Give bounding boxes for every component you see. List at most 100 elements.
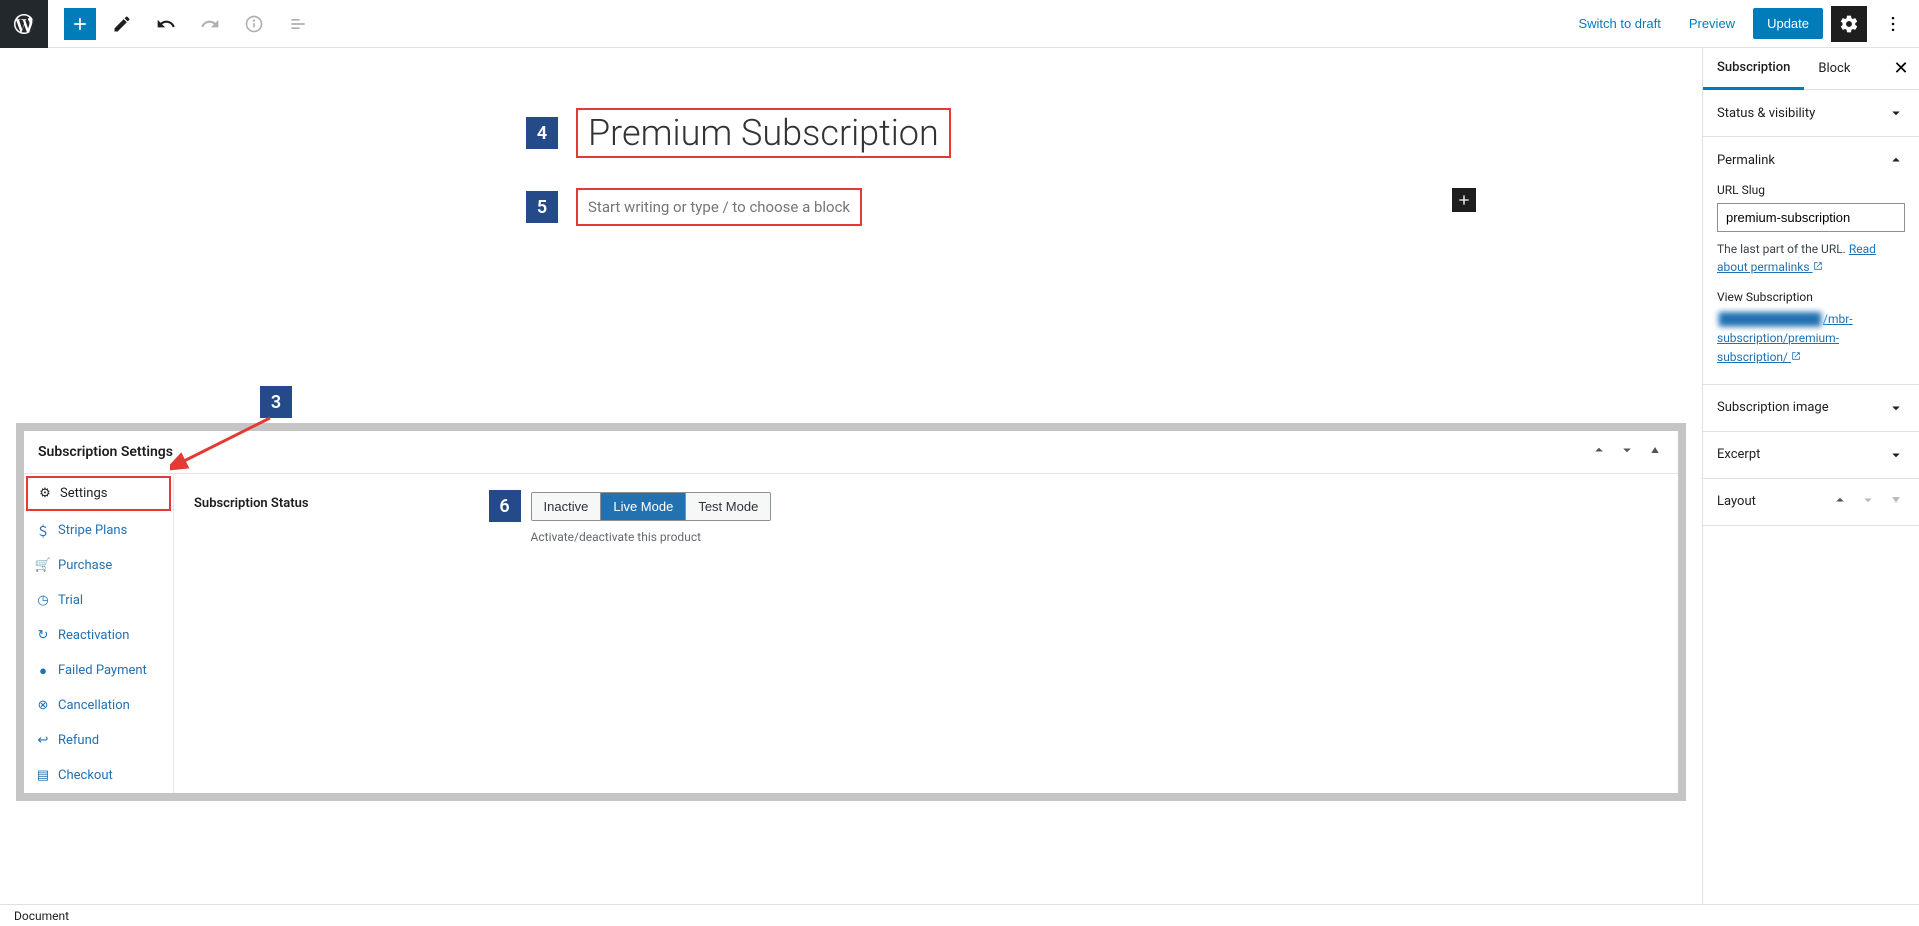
annotation-badge-5: 5	[526, 191, 558, 223]
plus-icon	[70, 14, 90, 34]
tab-label: Refund	[58, 733, 99, 748]
settings-tab-stripe-plans[interactable]: ＄ Stripe Plans	[24, 513, 173, 548]
settings-tab-settings[interactable]: ⚙ Settings	[26, 476, 171, 511]
gear-icon	[1839, 14, 1859, 34]
settings-tab-failed-payment[interactable]: ● Failed Payment	[24, 653, 173, 688]
section-label: Layout	[1717, 494, 1756, 509]
switch-draft-button[interactable]: Switch to draft	[1568, 10, 1670, 37]
add-block-inline-button[interactable]	[1452, 188, 1476, 212]
settings-tabs-list: ⚙ Settings ＄ Stripe Plans 🛒 Purchase	[24, 474, 174, 793]
close-sidebar-button[interactable]: ✕	[1891, 58, 1911, 78]
more-options-button[interactable]	[1875, 6, 1911, 42]
tab-label: Failed Payment	[58, 663, 147, 678]
toolbar-right: Switch to draft Preview Update	[1568, 6, 1911, 42]
plus-icon	[1456, 192, 1472, 208]
wordpress-icon	[12, 12, 36, 36]
settings-tab-purchase[interactable]: 🛒 Purchase	[24, 548, 173, 583]
return-icon: ↩	[36, 734, 50, 748]
tab-label: Purchase	[58, 558, 112, 573]
gear-icon: ⚙	[38, 487, 52, 501]
sync-icon: ↻	[36, 629, 50, 643]
settings-sidebar: Subscription Block ✕ Status & visibility…	[1702, 48, 1919, 904]
top-toolbar: Switch to draft Preview Update	[0, 0, 1919, 48]
tab-label: Checkout	[58, 768, 113, 783]
chevron-up-icon[interactable]	[1590, 441, 1608, 463]
title-highlight-box: Premium Subscription	[576, 108, 951, 158]
section-label: Excerpt	[1717, 447, 1760, 462]
settings-panel-title: Subscription Settings	[38, 444, 173, 460]
edit-mode-button[interactable]	[104, 6, 140, 42]
chevron-down-icon	[1887, 399, 1905, 417]
cancel-icon: ⊗	[36, 699, 50, 713]
section-subscription-image[interactable]: Subscription image	[1703, 385, 1919, 431]
chevron-down-icon	[1887, 104, 1905, 122]
status-segmented-control: Inactive Live Mode Test Mode	[531, 492, 772, 521]
outline-icon	[288, 14, 308, 34]
sidebar-tab-block[interactable]: Block	[1804, 49, 1864, 88]
view-subscription-link[interactable]: ████████████/mbr-subscription/premium-su…	[1717, 310, 1905, 368]
chevron-down-icon	[1887, 446, 1905, 464]
settings-tab-reactivation[interactable]: ↻ Reactivation	[24, 618, 173, 653]
subscription-status-label: Subscription Status	[194, 490, 309, 511]
info-button[interactable]	[236, 6, 272, 42]
undo-icon	[156, 14, 176, 34]
tab-label: Settings	[60, 486, 107, 501]
settings-toggle-button[interactable]	[1831, 6, 1867, 42]
settings-tab-cancellation[interactable]: ⊗ Cancellation	[24, 688, 173, 723]
add-block-button[interactable]	[64, 8, 96, 40]
body-placeholder[interactable]: Start writing or type / to choose a bloc…	[588, 198, 850, 216]
list-icon: ▤	[36, 769, 50, 783]
settings-tab-refund[interactable]: ↩ Refund	[24, 723, 173, 758]
url-slug-input[interactable]	[1717, 203, 1905, 232]
subscription-settings-panel: 3 Subscription Settings	[16, 423, 1686, 801]
section-label: Permalink	[1717, 153, 1775, 168]
dots-vertical-icon	[1883, 14, 1903, 34]
warning-icon: ●	[36, 664, 50, 678]
external-link-icon	[1791, 351, 1801, 361]
editor-area: 4 Premium Subscription 5 Start writing o…	[0, 48, 1702, 904]
tab-label: Stripe Plans	[58, 523, 127, 538]
wordpress-logo[interactable]	[0, 0, 48, 48]
undo-button[interactable]	[148, 6, 184, 42]
chevron-up-icon[interactable]	[1831, 491, 1849, 513]
status-option-inactive[interactable]: Inactive	[532, 493, 602, 520]
chevron-up-icon	[1887, 151, 1905, 169]
status-bar: Document	[0, 904, 1919, 926]
external-link-icon	[1813, 261, 1823, 271]
settings-tab-trial[interactable]: ◷ Trial	[24, 583, 173, 618]
sidebar-tab-subscription[interactable]: Subscription	[1703, 48, 1804, 90]
caret-up-icon[interactable]	[1646, 441, 1664, 463]
toolbar-left	[8, 0, 316, 48]
section-label: Subscription image	[1717, 400, 1829, 415]
clock-icon: ◷	[36, 594, 50, 608]
status-option-live[interactable]: Live Mode	[601, 493, 686, 520]
post-title[interactable]: Premium Subscription	[588, 112, 939, 154]
annotation-badge-6: 6	[489, 490, 521, 522]
redo-button[interactable]	[192, 6, 228, 42]
pencil-icon	[112, 14, 132, 34]
info-icon	[244, 14, 264, 34]
status-option-test[interactable]: Test Mode	[686, 493, 770, 520]
section-status-visibility[interactable]: Status & visibility	[1703, 90, 1919, 136]
section-excerpt[interactable]: Excerpt	[1703, 432, 1919, 478]
status-help-text: Activate/deactivate this product	[531, 530, 772, 544]
tab-label: Cancellation	[58, 698, 130, 713]
blurred-domain: ████████████	[1717, 312, 1823, 326]
annotation-badge-4: 4	[526, 117, 558, 149]
caret-down-icon[interactable]	[1887, 491, 1905, 513]
url-slug-label: URL Slug	[1717, 183, 1905, 197]
redo-icon	[200, 14, 220, 34]
update-button[interactable]: Update	[1753, 8, 1823, 39]
chevron-down-icon[interactable]	[1618, 441, 1636, 463]
chevron-down-icon[interactable]	[1859, 491, 1877, 513]
section-permalink[interactable]: Permalink	[1703, 137, 1919, 183]
tab-label: Trial	[58, 593, 83, 608]
settings-tab-checkout[interactable]: ▤ Checkout	[24, 758, 173, 793]
cart-icon: 🛒	[36, 559, 50, 573]
permalink-help-text: The last part of the URL. Read about per…	[1717, 240, 1905, 276]
view-subscription-label: View Subscription	[1717, 290, 1905, 304]
tab-label: Reactivation	[58, 628, 129, 643]
preview-button[interactable]: Preview	[1679, 10, 1745, 37]
section-label: Status & visibility	[1717, 106, 1815, 121]
outline-button[interactable]	[280, 6, 316, 42]
